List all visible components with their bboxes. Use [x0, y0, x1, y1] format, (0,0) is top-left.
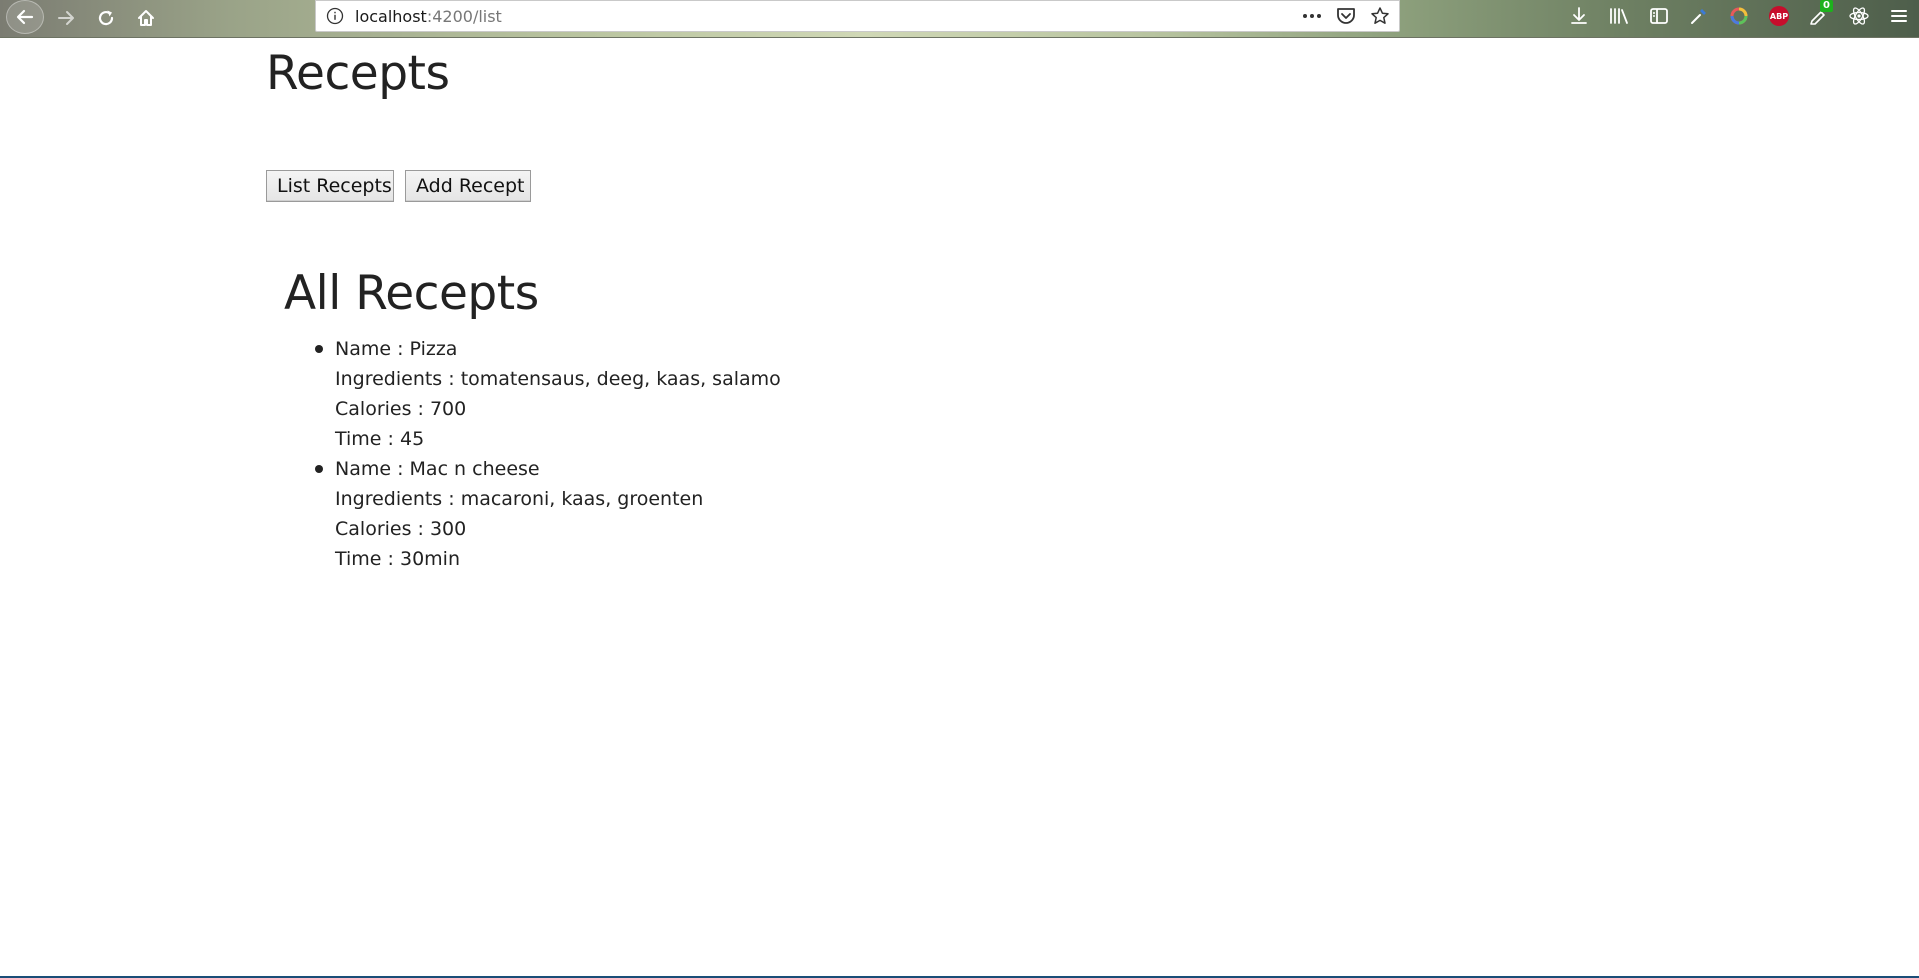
adblock-plus-button[interactable]: ABP: [1759, 0, 1799, 32]
pocket-icon: [1337, 8, 1355, 24]
color-picker-button[interactable]: [1719, 0, 1759, 32]
eyedropper-button[interactable]: [1679, 0, 1719, 32]
abp-icon: ABP: [1769, 6, 1789, 26]
forward-arrow-icon: [58, 11, 74, 25]
recipe-name: Name : Pizza: [335, 338, 458, 360]
library-button[interactable]: [1599, 0, 1639, 32]
recipe-name: Name : Mac n cheese: [335, 458, 540, 480]
browser-toolbar: localhost:4200/list ABP 0: [0, 0, 1919, 38]
extension-badge-button[interactable]: 0: [1799, 0, 1839, 32]
recipe-time: Time : 30min: [335, 548, 460, 570]
recipe-time: Time : 45: [335, 428, 425, 450]
react-icon: [1849, 7, 1869, 25]
url-actions: [1301, 5, 1391, 27]
react-devtools-button[interactable]: [1839, 0, 1879, 32]
eyedropper-icon: [1691, 9, 1706, 24]
back-button[interactable]: [6, 0, 44, 34]
pocket-button[interactable]: [1335, 5, 1357, 27]
url-bar[interactable]: localhost:4200/list: [315, 0, 1400, 32]
bullet-icon: [315, 345, 323, 353]
url-text[interactable]: localhost:4200/list: [355, 7, 502, 27]
more-icon: [1303, 14, 1321, 18]
list-recepts-button[interactable]: List Recepts: [266, 170, 394, 202]
star-icon: [1371, 7, 1389, 24]
hamburger-menu-icon: [1891, 10, 1907, 22]
download-icon: [1571, 7, 1587, 24]
home-icon: [138, 10, 154, 26]
recipe-list: Name : Pizza Ingredients : tomatensaus, …: [315, 334, 781, 574]
home-button[interactable]: [130, 2, 162, 34]
bullet-icon: [315, 465, 323, 473]
page-title: Recepts: [266, 46, 450, 101]
bookmark-button[interactable]: [1369, 5, 1391, 27]
color-wheel-icon: [1730, 7, 1748, 25]
library-icon: [1610, 8, 1628, 24]
back-arrow-icon: [16, 9, 34, 25]
reload-button[interactable]: [90, 2, 122, 34]
extension-count-badge: 0: [1820, 0, 1833, 12]
list-item: Name : Mac n cheese Ingredients : macaro…: [315, 454, 781, 574]
url-path: :4200/list: [426, 7, 502, 26]
add-recept-button[interactable]: Add Recept: [405, 170, 531, 202]
downloads-button[interactable]: [1559, 0, 1599, 32]
sidebar-icon: [1650, 8, 1668, 24]
menu-button[interactable]: [1879, 0, 1919, 32]
section-title: All Recepts: [284, 266, 539, 321]
recipe-calories: Calories : 700: [335, 398, 467, 420]
info-icon[interactable]: [326, 7, 344, 25]
sidebar-button[interactable]: [1639, 0, 1679, 32]
reload-icon: [98, 10, 114, 26]
forward-button[interactable]: [50, 2, 82, 34]
list-item: Name : Pizza Ingredients : tomatensaus, …: [315, 334, 781, 454]
url-host: localhost: [355, 7, 427, 26]
recipe-calories: Calories : 300: [335, 518, 467, 540]
recipe-ingredients: Ingredients : tomatensaus, deeg, kaas, s…: [335, 368, 781, 390]
extensions-bar: ABP 0: [1559, 0, 1919, 32]
recipe-ingredients: Ingredients : macaroni, kaas, groenten: [335, 488, 704, 510]
more-button[interactable]: [1301, 5, 1323, 27]
page-content: Recepts List Recepts Add Recept All Rece…: [0, 38, 1919, 978]
